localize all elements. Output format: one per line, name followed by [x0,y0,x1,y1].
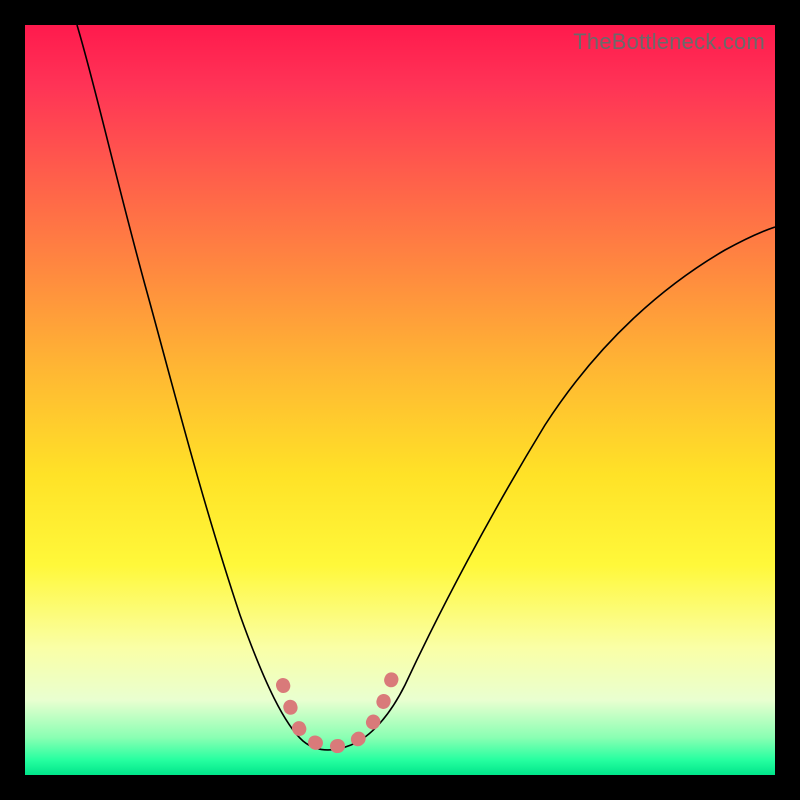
chart-area: TheBottleneck.com [25,25,775,775]
min-marker-dots [283,675,393,747]
watermark-text: TheBottleneck.com [573,29,765,55]
bottleneck-curve-svg [25,25,775,775]
bottleneck-curve [77,25,775,750]
